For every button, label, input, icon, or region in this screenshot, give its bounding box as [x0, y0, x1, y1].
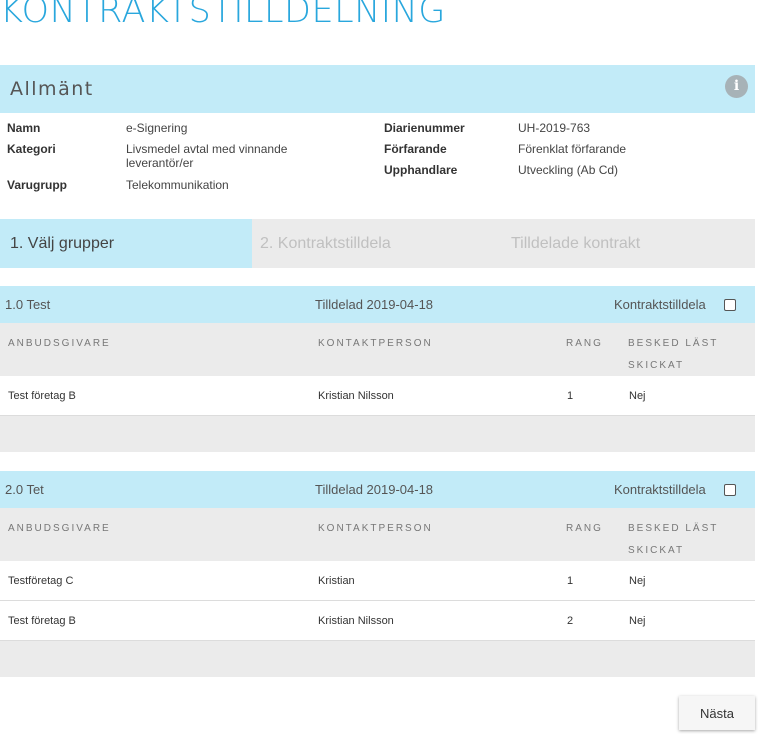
- group-award-date: Tilldelad 2019-04-18: [315, 482, 434, 497]
- field-value-registry-number: UH-2019-763: [518, 121, 591, 135]
- cell-read: Nej: [629, 575, 646, 587]
- field-label-name: Namn: [7, 121, 41, 135]
- cell-rank: 1: [567, 390, 574, 402]
- table-footer: [0, 641, 755, 677]
- field-value-procedure: Förenklat förfarande: [518, 142, 627, 156]
- table-row: Testföretag C Kristian 1 Nej: [0, 561, 755, 601]
- cell-supplier: Test företag B: [8, 615, 76, 627]
- section-title: Allmänt: [10, 78, 94, 100]
- group-header: 1.0 Test Tilldelad 2019-04-18 Kontraktst…: [0, 286, 755, 323]
- col-header-supplier: ANBUDSGIVARE: [8, 338, 111, 349]
- award-label: Kontraktstilldela: [614, 482, 706, 497]
- col-header-contact: KONTAKTPERSON: [318, 523, 433, 534]
- cell-rank: 1: [567, 575, 574, 587]
- tab-select-groups[interactable]: 1. Välj grupper: [0, 219, 252, 268]
- field-value-procurer: Utveckling (Ab Cd): [518, 163, 619, 177]
- cell-supplier: Testföretag C: [8, 575, 74, 587]
- cell-contact: Kristian: [318, 575, 355, 587]
- table-row: Test företag B Kristian Nilsson 2 Nej: [0, 601, 755, 641]
- next-button[interactable]: Nästa: [679, 696, 755, 730]
- group-header: 2.0 Tet Tilldelad 2019-04-18 Kontraktsti…: [0, 471, 755, 508]
- group-name: 2.0 Tet: [5, 482, 44, 497]
- award-label: Kontraktstilldela: [614, 297, 706, 312]
- info-icon[interactable]: i: [725, 75, 748, 98]
- col-header-rank: RANG: [566, 523, 603, 534]
- col-header-read-sent: BESKED LÄST SKICKAT: [628, 338, 719, 371]
- award-checkbox[interactable]: [724, 484, 736, 496]
- table-footer: [0, 416, 755, 452]
- cell-rank: 2: [567, 615, 574, 627]
- field-label-registry-number: Diarienummer: [384, 121, 465, 135]
- table-column-headers: ANBUDSGIVARE KONTAKTPERSON RANG BESKED L…: [0, 323, 755, 376]
- field-label-procedure: Förfarande: [384, 142, 447, 156]
- cell-supplier: Test företag B: [8, 390, 76, 402]
- table-row: Test företag B Kristian Nilsson 1 Nej: [0, 376, 755, 416]
- tab-awarded-contracts[interactable]: Tilldelade kontrakt: [501, 219, 755, 268]
- field-value-category: Livsmedel avtal med vinnande leverantör/…: [126, 142, 288, 170]
- cell-contact: Kristian Nilsson: [318, 615, 394, 627]
- award-checkbox[interactable]: [724, 299, 736, 311]
- tab-contract-award[interactable]: 2. Kontraktstilldela: [250, 219, 501, 268]
- field-label-category: Kategori: [7, 142, 56, 156]
- field-value-commodity-group: Telekommunikation: [126, 178, 229, 192]
- field-value-name: e-Signering: [126, 121, 188, 135]
- table-column-headers: ANBUDSGIVARE KONTAKTPERSON RANG BESKED L…: [0, 508, 755, 561]
- cell-read: Nej: [629, 390, 646, 402]
- field-label-commodity-group: Varugrupp: [7, 178, 68, 192]
- field-label-procurer: Upphandlare: [384, 163, 458, 177]
- general-section-header: Allmänt i: [0, 65, 755, 113]
- col-header-rank: RANG: [566, 338, 603, 349]
- col-header-supplier: ANBUDSGIVARE: [8, 523, 111, 534]
- cell-contact: Kristian Nilsson: [318, 390, 394, 402]
- step-tabs: 1. Välj grupper 2. Kontraktstilldela Til…: [0, 219, 755, 268]
- group-name: 1.0 Test: [5, 297, 51, 312]
- col-header-contact: KONTAKTPERSON: [318, 338, 433, 349]
- col-header-read-sent: BESKED LÄST SKICKAT: [628, 523, 719, 556]
- group-award-date: Tilldelad 2019-04-18: [315, 297, 434, 312]
- cell-read: Nej: [629, 615, 646, 627]
- page-title: KONTRAKTSTILLDELNING: [0, 0, 446, 31]
